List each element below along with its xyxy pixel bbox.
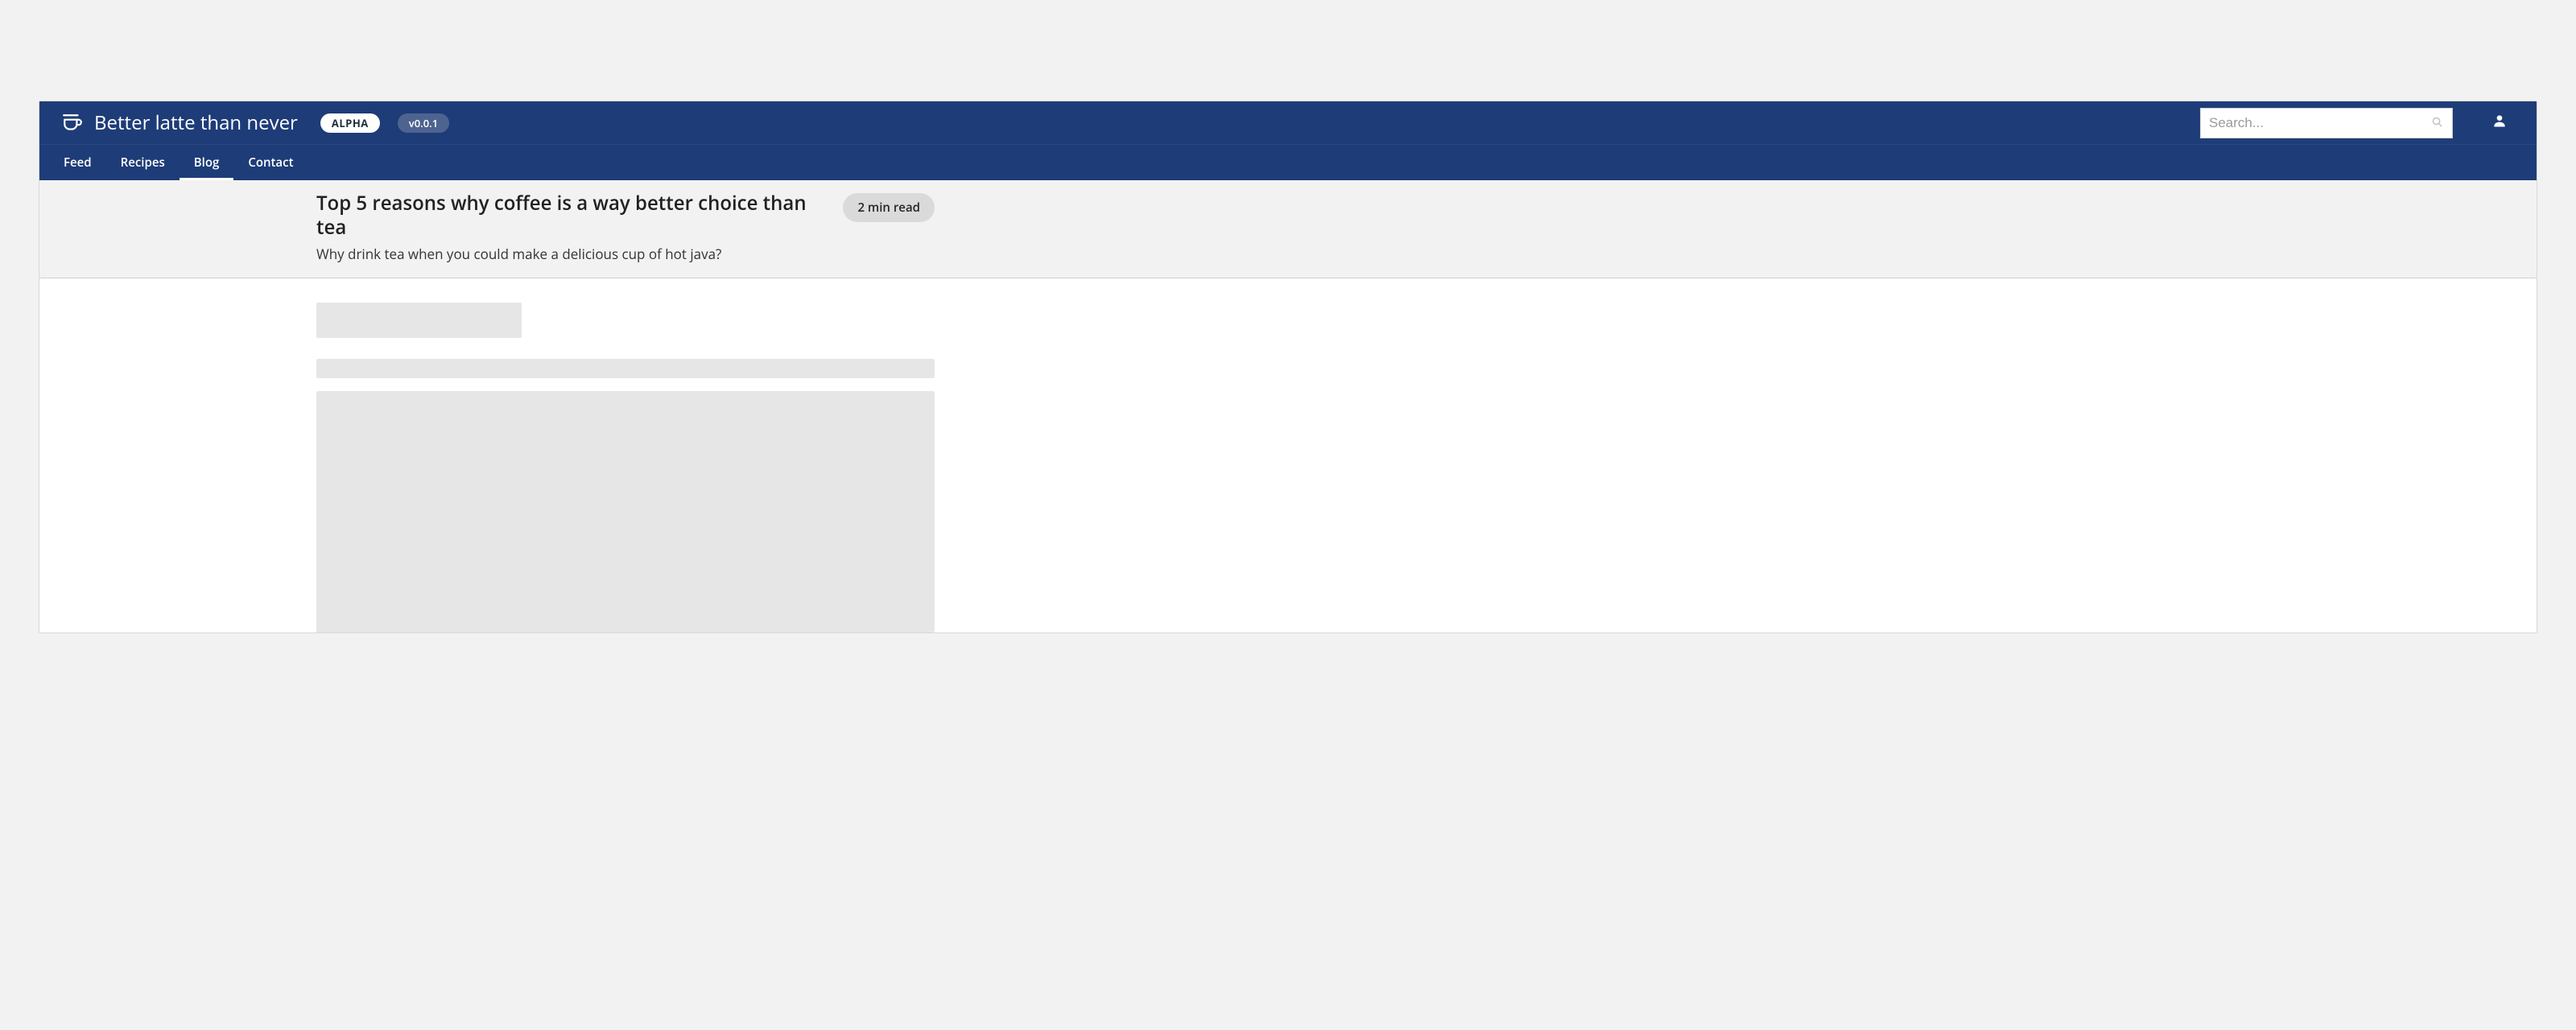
read-time-chip: 2 min read [843, 193, 935, 222]
main-nav: Feed Recipes Blog Contact [39, 145, 2537, 180]
version-badge: v0.0.1 [398, 113, 449, 133]
article-subtitle: Why drink tea when you could make a deli… [316, 245, 824, 263]
nav-item-recipes[interactable]: Recipes [106, 145, 180, 180]
nav-item-blog[interactable]: Blog [180, 145, 234, 180]
skeleton-block [316, 391, 935, 632]
nav-label: Contact [248, 154, 293, 171]
nav-item-contact[interactable]: Contact [233, 145, 308, 180]
article-header: Top 5 reasons why coffee is a way better… [39, 180, 2537, 278]
topbar: Better latte than never ALPHA v0.0.1 [39, 101, 2537, 145]
article-body [39, 278, 2537, 632]
nav-item-feed[interactable]: Feed [49, 145, 106, 180]
brand[interactable]: Better latte than never [62, 109, 298, 136]
nav-label: Recipes [121, 154, 165, 171]
alpha-badge: ALPHA [320, 113, 380, 133]
skeleton-heading [316, 303, 522, 338]
coffee-cup-icon [62, 113, 83, 134]
skeleton-line [316, 359, 935, 378]
search-field [2200, 108, 2453, 138]
app-frame: Better latte than never ALPHA v0.0.1 [39, 101, 2537, 633]
search-input[interactable] [2200, 108, 2453, 138]
nav-label: Feed [64, 154, 92, 171]
nav-label: Blog [194, 154, 220, 171]
app-title: Better latte than never [94, 109, 298, 136]
user-menu-button[interactable] [2485, 109, 2514, 138]
article-title: Top 5 reasons why coffee is a way better… [316, 192, 824, 240]
user-icon [2491, 113, 2508, 133]
